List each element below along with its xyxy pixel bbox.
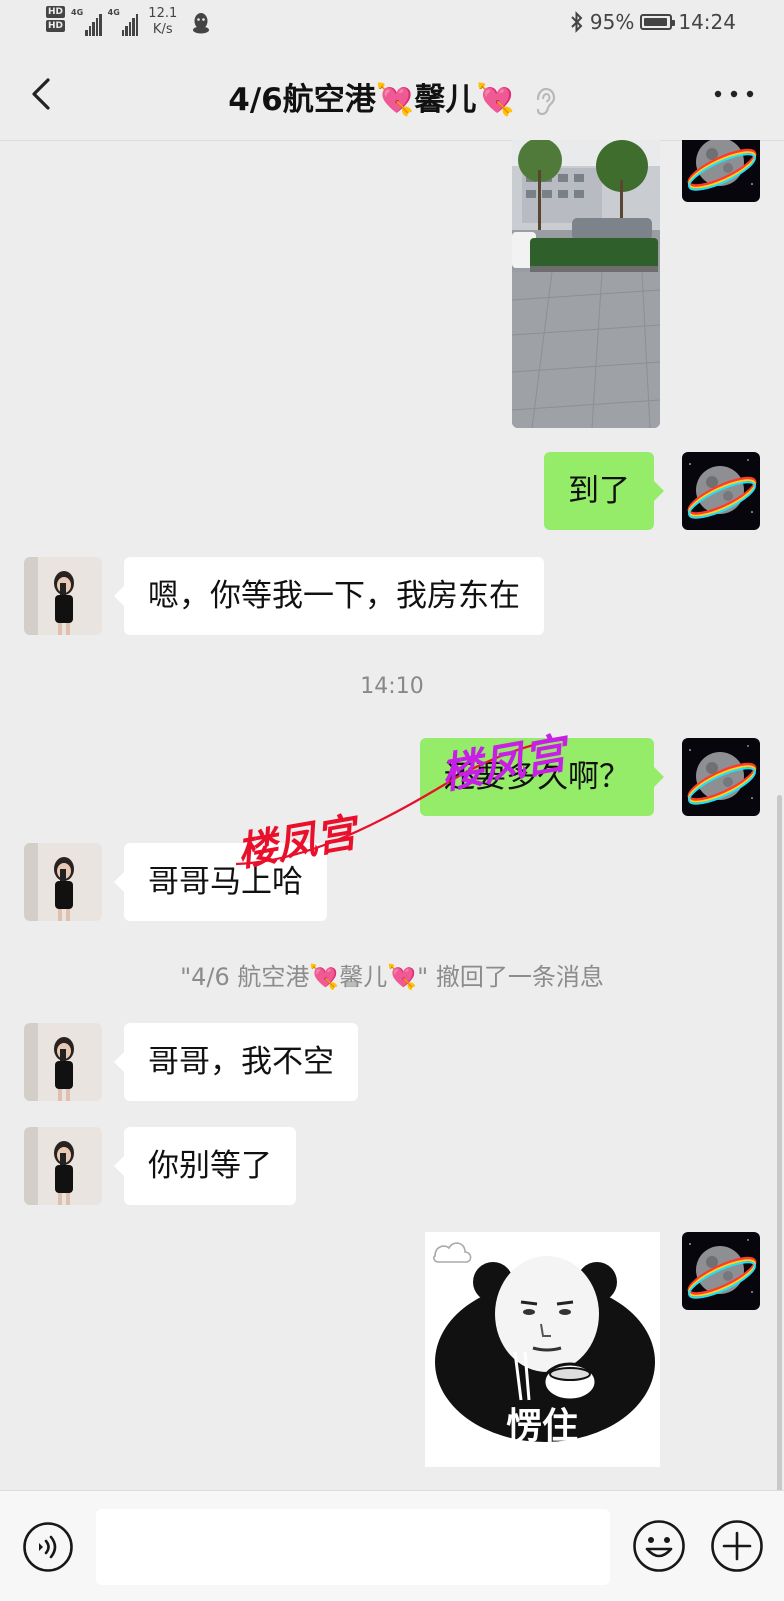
sticker-caption: 愣住 xyxy=(506,1406,578,1447)
emoji-icon[interactable] xyxy=(632,1519,686,1573)
girl-avatar-icon xyxy=(24,1023,102,1101)
panda-meme-icon: 愣住 xyxy=(425,1232,660,1467)
panda-sticker[interactable]: 愣住 xyxy=(425,1232,660,1467)
watermark-line xyxy=(235,738,561,866)
planet-avatar-icon xyxy=(682,1232,760,1310)
plus-icon[interactable] xyxy=(710,1519,764,1573)
other-avatar[interactable] xyxy=(24,1023,102,1101)
chat-scrollbar[interactable] xyxy=(777,795,782,1495)
message-bubble-other[interactable]: 哥哥，我不空 xyxy=(114,1023,358,1101)
self-avatar-4[interactable] xyxy=(682,1232,760,1310)
girl-avatar-icon xyxy=(24,1127,102,1205)
recall-notice: "4/6 航空港💘馨儿💘" 撤回了一条消息 xyxy=(180,963,604,991)
message-bubble-other[interactable]: 你别等了 xyxy=(114,1127,296,1205)
other-avatar[interactable] xyxy=(24,1127,102,1205)
voice-icon[interactable] xyxy=(22,1521,74,1573)
message-input[interactable] xyxy=(96,1509,610,1585)
input-bar xyxy=(0,1490,784,1601)
